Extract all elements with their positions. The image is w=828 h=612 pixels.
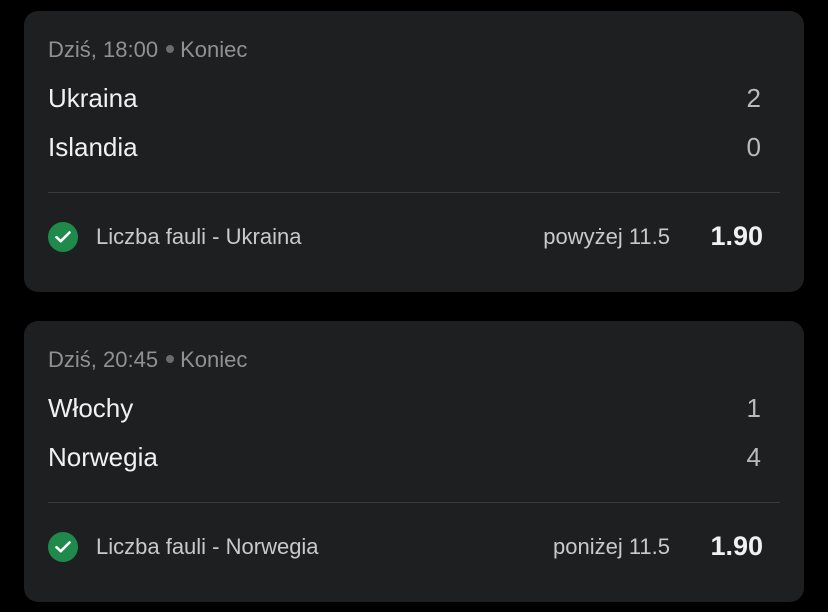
match-card[interactable]: Dziś, 20:45 Koniec Włochy 1 Norwegia 4 Li… [24,321,804,602]
team-row-home: Włochy 1 [48,393,780,425]
bet-pick: poniżej 11.5 [552,534,670,559]
check-circle-icon [48,222,78,252]
match-meta: Dziś, 18:00 Koniec [48,37,247,63]
team-score: 2 [746,83,761,113]
team-score: 0 [746,132,761,162]
bet-odds: 1.90 [710,221,763,251]
match-status: Koniec [180,347,248,372]
bet-market: Liczba fauli - Norwegia [96,534,319,559]
bet-market: Liczba fauli - Ukraina [96,224,302,249]
match-time: Dziś, 20:45 [48,347,159,372]
match-card[interactable]: Dziś, 18:00 Koniec Ukraina 2 Islandia 0 L… [24,11,804,292]
bet-row: Liczba fauli - Ukraina powyżej 11.5 1.90 [48,220,780,254]
bet-odds: 1.90 [710,531,763,561]
bet-pick: powyżej 11.5 [543,224,670,249]
separator-dot-icon [166,45,175,54]
team-row-away: Islandia 0 [48,132,780,164]
check-circle-icon [48,532,78,562]
team-name: Ukraina [48,83,138,113]
team-row-away: Norwegia 4 [48,442,780,474]
separator-dot-icon [166,355,175,364]
match-meta: Dziś, 20:45 Koniec [48,347,247,373]
divider [48,502,780,503]
team-row-home: Ukraina 2 [48,83,780,115]
match-time: Dziś, 18:00 [48,37,159,62]
team-score: 4 [746,442,761,472]
team-score: 1 [746,393,761,423]
team-name: Islandia [48,132,138,162]
match-status: Koniec [180,37,248,62]
team-name: Włochy [48,393,134,423]
divider [48,192,780,193]
team-name: Norwegia [48,442,158,472]
bet-row: Liczba fauli - Norwegia poniżej 11.5 1.9… [48,530,780,564]
